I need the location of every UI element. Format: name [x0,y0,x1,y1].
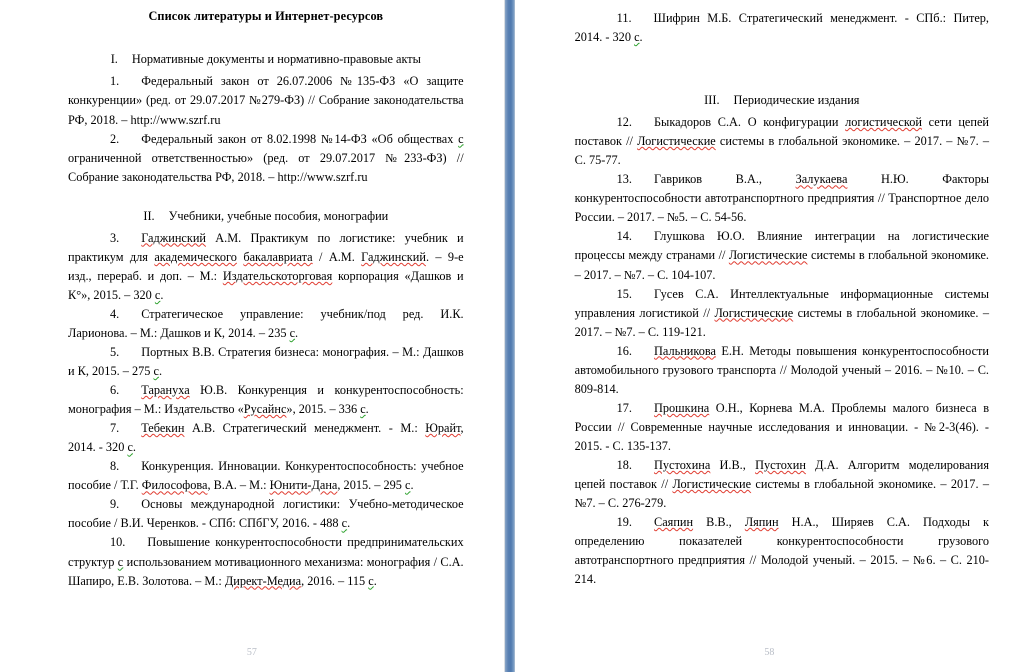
section-heading-iii: III. Периодические издания [575,91,989,110]
page-title: Список литературы и Интернет-ресурсов [148,9,384,23]
reference-number: 5. [110,345,120,360]
reference-item: 8. Конкуренция. Инновации. Конкурентоспос… [68,457,464,495]
reference-item: 15. Гусев С.А. Интеллектуальные информаци… [575,285,989,342]
reference-number: 1. [110,74,120,89]
section-roman-i: I. [110,52,118,67]
reference-item: 2. Федеральный закон от 8.02.1998 №14-ФЗ … [68,130,464,187]
page-divider [503,0,515,672]
reference-number: 17. [616,400,632,415]
section-heading-ii: II. Учебники, учебные пособия, монографии [68,207,464,226]
page-number: 58 [764,647,775,658]
reference-item: 5. Портных В.В. Стратегия бизнеса: моногр… [68,343,464,381]
reference-number: 12. [616,115,632,130]
reference-number: 4. [110,306,120,321]
reference-number: 3. [110,230,120,245]
reference-item: 7. Тебекин А.В. Стратегический менеджмент… [68,419,464,457]
reference-number: 11. [616,11,632,25]
reference-number: 6. [110,383,120,398]
reference-item: 3. Гаджинский А.М. Практикум по логистике… [68,229,464,305]
reference-number: 18. [616,457,632,472]
reference-number: 10. [110,535,126,550]
reference-number: 14. [616,229,632,244]
reference-item: 19. Саяпин В.В., Ляпин Н.А., Ширяев С.А. … [575,513,989,589]
reference-item: 16. Пальникова Е.Н. Методы повышения конк… [575,342,989,399]
section-roman-ii: II. [143,208,155,223]
page-57: Список литературы и Интернет-ресурсов I.… [0,0,504,672]
reference-item: 14. Глушкова Ю.О. Влияние интеграции на л… [575,227,989,284]
reference-item: 13. Гавриков В.А., Залукаева Н.Ю. Факторы… [575,170,989,227]
reference-number: 16. [616,343,632,358]
reference-number: 9. [110,497,120,512]
reference-item: 10. Повышение конкурентоспособности предп… [68,533,464,590]
page-number: 57 [246,647,257,658]
reference-number: 13. [616,172,632,187]
reference-number: 19. [616,515,632,530]
section-roman-iii: III. [704,93,720,108]
reference-item: 4. Стратегическое управление: учебник/под… [68,305,464,343]
reference-number: 15. [616,286,632,301]
reference-number: 7. [110,421,120,436]
reference-item: 9. Основы международной логистики: Учебно… [68,495,464,533]
reference-item: 11. Шифрин М.Б. Стратегический менеджмент… [575,9,989,47]
reference-item: 18. Пустохина И.В., Пустохин Д.А. Алгорит… [575,456,989,513]
section-heading-i: I. Нормативные документы и нормативно-пра… [68,50,464,69]
reference-item: 17. Прошкина О.Н., Корнева М.А. Проблемы … [575,399,989,456]
reference-number: 8. [110,459,120,474]
section-heading-ii-label: Учебники, учебные пособия, монографии [168,208,389,223]
page-58: 11. Шифрин М.Б. Стратегический менеджмент… [514,0,1024,672]
reference-item: 6. Тарануха Ю.В. Конкуренция и конкуренто… [68,381,464,419]
reference-item: 12. Быкадоров С.А. О конфигурации логисти… [575,113,989,170]
reference-item: 1. Федеральный закон от 26.07.2006 №135-Ф… [68,72,464,129]
section-heading-i-label: Нормативные документы и нормативно-право… [131,52,421,67]
reference-number: 2. [110,131,120,146]
section-heading-iii-label: Периодические издания [733,93,860,108]
document-spread: Список литературы и Интернет-ресурсов I.… [0,0,1024,672]
